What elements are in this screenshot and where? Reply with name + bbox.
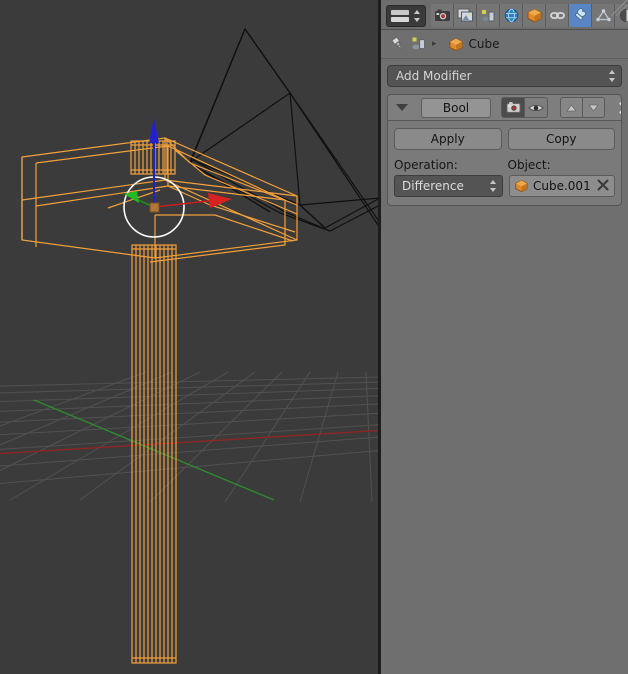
- modifier-fields: Difference Cube.001: [394, 175, 615, 205]
- modifier-reorder-buttons: [560, 97, 605, 118]
- tab-object[interactable]: [523, 3, 546, 27]
- modifier-body: Apply Copy Operation: Object: Difference: [388, 121, 621, 205]
- triangle-down-icon[interactable]: [396, 104, 408, 111]
- area-corner-grip-icon[interactable]: [611, 0, 627, 16]
- wrench-icon: [574, 7, 586, 20]
- object-field[interactable]: Cube.001: [509, 175, 615, 197]
- mesh-triangle-icon: [595, 8, 611, 21]
- modifier-header: Bool: [388, 95, 621, 121]
- copy-button[interactable]: Copy: [507, 128, 615, 150]
- copy-label: Copy: [546, 132, 577, 146]
- object-clear-button[interactable]: [596, 178, 610, 192]
- tab-render[interactable]: [431, 3, 454, 27]
- triangle-up-icon: [566, 103, 577, 111]
- properties-tab-strip: [431, 3, 628, 27]
- tab-constraints[interactable]: [546, 3, 569, 27]
- add-modifier-button[interactable]: Add Modifier: [387, 65, 622, 87]
- modifier-display-toggles: [501, 97, 548, 118]
- apply-button[interactable]: Apply: [394, 128, 502, 150]
- images-icon: [457, 8, 473, 21]
- modifier-delete-button[interactable]: [618, 100, 621, 116]
- breadcrumb-separator: ▸: [432, 39, 437, 49]
- editor-type-selector[interactable]: [386, 5, 426, 27]
- triangle-down-icon: [588, 104, 599, 112]
- camera-icon: [434, 9, 450, 21]
- chevron-updown-icon: [414, 10, 420, 22]
- eye-icon: [528, 104, 544, 111]
- world-globe-icon: [504, 8, 518, 22]
- cube-icon: [515, 180, 528, 193]
- chain-link-icon: [549, 11, 565, 19]
- modifier-render-toggle[interactable]: [501, 97, 525, 118]
- x-close-icon: [619, 101, 621, 114]
- operation-label: Operation:: [394, 158, 458, 172]
- modifier-field-labels: Operation: Object:: [394, 158, 615, 172]
- properties-header: [381, 0, 628, 30]
- add-modifier-label: Add Modifier: [396, 69, 472, 83]
- tab-world[interactable]: [500, 3, 523, 27]
- modifier-action-buttons: Apply Copy: [394, 128, 615, 150]
- tab-scene[interactable]: [477, 3, 500, 27]
- properties-editor: ▸ Cube Add Modifier Bool Apply Copy Oper…: [381, 0, 628, 674]
- viewport-canvas: [0, 27, 380, 664]
- modifier-viewport-toggle[interactable]: [525, 97, 548, 118]
- modifier-move-up-button[interactable]: [560, 97, 583, 118]
- scene-icon: [481, 9, 494, 21]
- 3d-viewport[interactable]: [0, 0, 380, 674]
- modifier-name-value: Bool: [442, 100, 470, 115]
- breadcrumb-object-label: Cube: [468, 37, 500, 51]
- operation-dropdown[interactable]: Difference: [394, 175, 503, 197]
- breadcrumb: ▸ Cube: [381, 30, 628, 59]
- tab-modifiers[interactable]: [569, 3, 592, 27]
- blender-window: ▸ Cube Add Modifier Bool Apply Copy Oper…: [0, 0, 628, 674]
- grid-floor: [0, 371, 380, 503]
- properties-body: Add Modifier Bool Apply Copy Operation: …: [381, 59, 628, 206]
- modifier-panel-bool: Bool Apply Copy Operation: Object: Diffe…: [387, 94, 622, 206]
- object-icon[interactable]: [411, 36, 427, 52]
- modifier-move-down-button[interactable]: [583, 97, 605, 118]
- tab-render-layers[interactable]: [454, 3, 477, 27]
- modifier-name-field[interactable]: Bool: [421, 97, 491, 118]
- operation-value: Difference: [402, 179, 464, 193]
- chevron-updown-icon: [609, 70, 615, 82]
- cube-icon: [527, 8, 541, 22]
- apply-label: Apply: [430, 132, 465, 146]
- chevron-updown-icon: [490, 180, 496, 192]
- render-camera-icon: [506, 102, 520, 113]
- cube-icon: [448, 37, 463, 51]
- object-value: Cube.001: [533, 179, 591, 193]
- object-label: Object:: [507, 158, 551, 172]
- pin-icon[interactable]: [390, 36, 406, 52]
